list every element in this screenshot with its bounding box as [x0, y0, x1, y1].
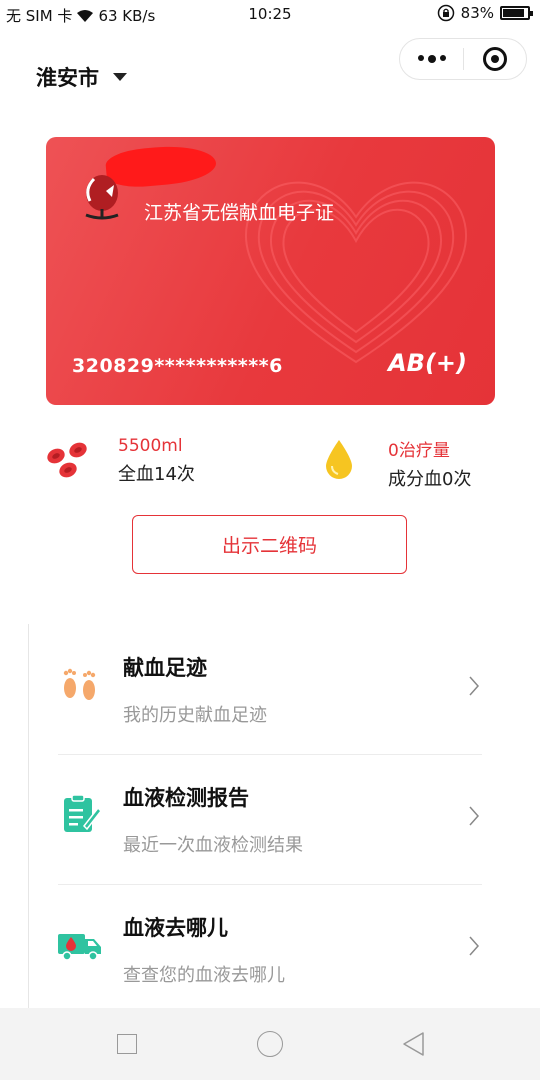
menu-item-donation-footprint[interactable]: 献血足迹 我的历史献血足迹	[58, 624, 482, 754]
back-button[interactable]	[384, 1008, 444, 1080]
chevron-right-icon	[469, 676, 480, 696]
card-title: 江苏省无偿献血电子证	[144, 202, 335, 224]
component-blood-amount: 0治疗量	[388, 441, 450, 461]
recent-apps-button[interactable]	[97, 1008, 157, 1080]
battery-icon	[500, 6, 533, 20]
system-navigation-bar	[0, 1008, 540, 1080]
rotation-lock-icon	[437, 4, 454, 22]
status-right: 83%	[437, 4, 533, 22]
home-button[interactable]	[240, 1008, 300, 1080]
status-bar: 无 SIM 卡 63 KB/s 10:25 83%	[0, 0, 540, 30]
square-icon	[117, 1034, 137, 1054]
whole-blood-amount: 5500ml	[118, 436, 183, 456]
red-blood-cells-icon	[47, 442, 87, 478]
whole-blood-stat: 5500ml 全血14次	[44, 436, 195, 486]
component-blood-count: 成分血0次	[388, 469, 472, 490]
clock: 10:25	[248, 5, 292, 23]
menu-item-subtitle: 最近一次血液检测结果	[123, 835, 303, 856]
footprints-icon	[63, 668, 96, 700]
plasma-drop-icon	[326, 440, 352, 479]
city-name: 淮安市	[36, 66, 99, 90]
chevron-down-icon	[113, 73, 127, 81]
more-dots-icon	[417, 55, 424, 61]
close-target-icon	[482, 47, 507, 71]
whole-blood-count: 全血14次	[118, 464, 195, 485]
menu-item-title: 血液去哪儿	[123, 916, 228, 940]
menu-item-subtitle: 查查您的血液去哪儿	[123, 965, 285, 986]
blood-type: AB(+)	[388, 349, 467, 377]
close-button[interactable]	[464, 47, 526, 71]
chevron-right-icon	[469, 936, 480, 956]
menu-item-blood-test-report[interactable]: 血液检测报告 最近一次血液检测结果	[58, 754, 482, 884]
mini-program-capsule	[399, 38, 527, 80]
show-qr-code-button[interactable]: 出示二维码	[132, 515, 407, 574]
donor-card[interactable]: 江苏省无偿献血电子证 320829***********6 AB(+)	[46, 137, 495, 405]
blood-donation-logo-icon	[85, 175, 119, 220]
chevron-right-icon	[469, 806, 480, 826]
menu-item-subtitle: 我的历史献血足迹	[123, 705, 267, 726]
clipboard-report-icon	[64, 794, 102, 832]
delivery-truck-icon	[58, 934, 101, 961]
back-triangle-icon	[403, 1032, 424, 1056]
component-blood-stat: 0治疗量 成分血0次	[324, 436, 471, 491]
more-button[interactable]	[400, 55, 463, 63]
circle-icon	[257, 1031, 283, 1057]
menu-item-title: 血液检测报告	[123, 786, 249, 810]
menu-item-title: 献血足迹	[123, 656, 207, 680]
menu-item-where-blood-goes[interactable]: 血液去哪儿 查查您的血液去哪儿	[58, 884, 482, 1014]
city-selector[interactable]: 淮安市	[36, 62, 127, 92]
id-number: 320829***********6	[72, 355, 283, 377]
battery-percent: 83%	[460, 4, 494, 22]
